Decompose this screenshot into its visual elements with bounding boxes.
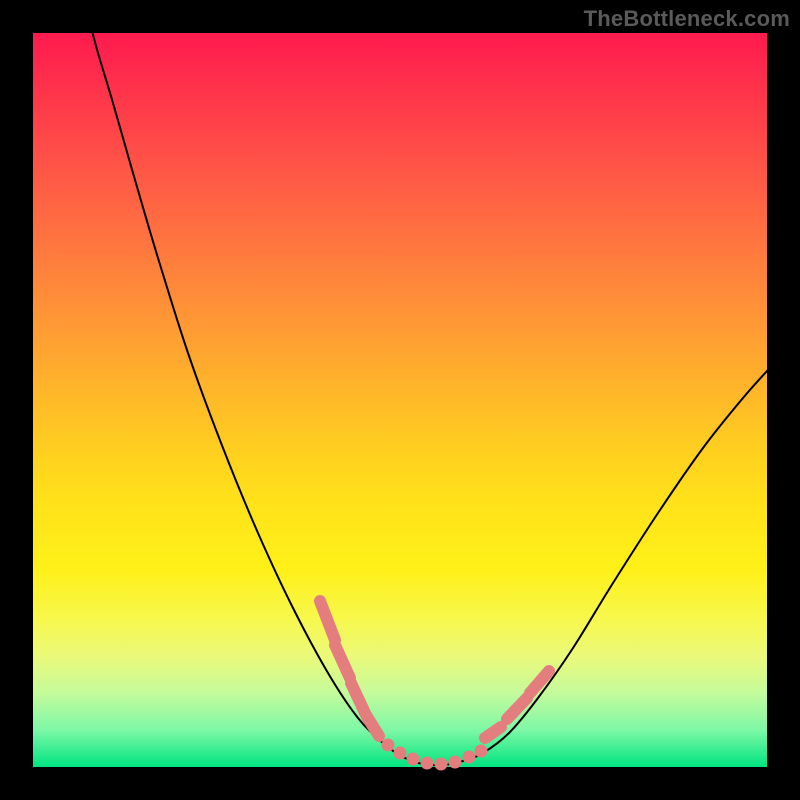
highlight-segment (335, 645, 350, 678)
highlight-dot (407, 753, 420, 766)
chart-frame: TheBottleneck.com (0, 0, 800, 800)
watermark-text: TheBottleneck.com (584, 6, 790, 32)
bottleneck-curve (90, 23, 769, 765)
highlight-dot (394, 747, 407, 760)
chart-svg (33, 33, 767, 767)
highlight-dot (421, 757, 434, 770)
highlight-segment (351, 683, 365, 713)
highlight-segment (485, 727, 501, 738)
highlight-segment (530, 671, 549, 693)
highlight-dot (382, 739, 395, 752)
highlight-dot (449, 756, 462, 769)
highlight-segment (320, 601, 335, 640)
highlight-dot (435, 758, 448, 771)
highlight-dot (475, 745, 488, 758)
highlight-layer (320, 601, 549, 771)
plot-area (33, 33, 767, 767)
highlight-dot (463, 751, 476, 764)
highlight-segment (366, 715, 379, 736)
